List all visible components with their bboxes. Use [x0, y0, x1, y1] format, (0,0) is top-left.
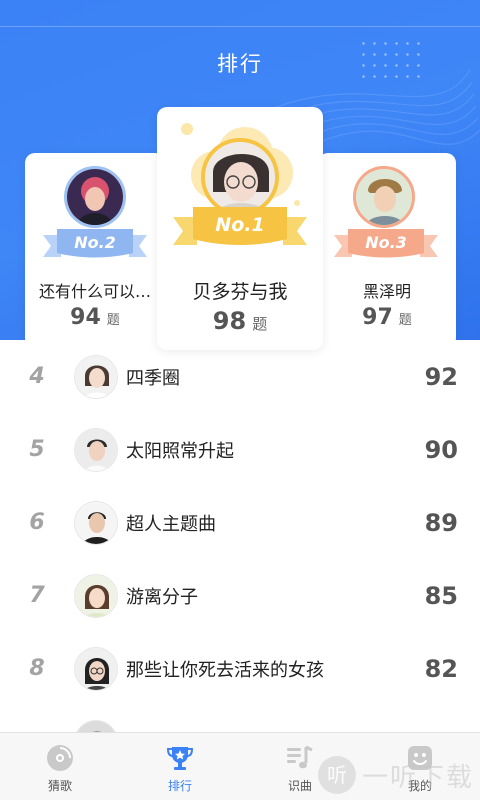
disc-icon — [47, 745, 73, 771]
list-item-score: 82 — [424, 654, 458, 683]
list-item-name: 那些让你死去活来的女孩 — [126, 659, 324, 681]
rank-number: 8 — [29, 656, 45, 681]
podium-card-first[interactable]: No.1 贝多芬与我 98 题 — [157, 107, 323, 350]
list-item[interactable]: 5 太阳照常升起 90 — [0, 413, 480, 486]
list-item[interactable]: 7 游离分子 85 — [0, 559, 480, 632]
tab-label: 猜歌 — [47, 779, 72, 793]
rank-ribbon-third: No.3 — [330, 223, 442, 265]
avatar — [353, 166, 415, 228]
list-item[interactable]: 6 超人主题曲 89 — [0, 486, 480, 559]
podium-score: 97 题 — [362, 305, 412, 330]
list-item[interactable]: 8 那些让你死去活来的女孩 82 — [0, 632, 480, 705]
tab-guess-song[interactable]: 猜歌 — [0, 733, 120, 800]
rank-ribbon-first: No.1 — [171, 201, 309, 253]
podium-name: 还有什么可以… — [38, 282, 151, 301]
tab-label: 识曲 — [287, 779, 312, 793]
podium-card-third[interactable]: No.3 黑泽明 97 题 — [318, 153, 456, 348]
list-item-score: 90 — [424, 435, 458, 464]
watermark-text: 一听下载 — [361, 762, 474, 793]
list-item-name: 四季圈 — [126, 367, 180, 389]
rank-number: 4 — [29, 364, 45, 389]
tab-ranking[interactable]: 排行 — [120, 733, 240, 800]
status-bar-divider — [0, 26, 480, 27]
list-item-score: 92 — [424, 362, 458, 391]
rank-badge-label: No.3 — [365, 233, 407, 252]
list-item-name: 超人主题曲 — [126, 513, 216, 535]
list-item[interactable]: 4 四季圈 92 — [0, 340, 480, 413]
watermark: 听 一听下载 — [317, 756, 474, 794]
podium-score: 94 题 — [70, 305, 120, 330]
rank-number: 5 — [29, 437, 45, 462]
rank-number: 6 — [29, 510, 45, 535]
rank-ribbon-second: No.2 — [39, 223, 151, 265]
rank-number: 7 — [29, 583, 45, 608]
rank-badge-label: No.2 — [74, 233, 116, 252]
tab-label: 排行 — [167, 779, 192, 793]
avatar — [64, 166, 126, 228]
podium-score: 98 题 — [212, 307, 268, 335]
list-item-name: 太阳照常升起 — [126, 440, 234, 462]
list-item[interactable] — [0, 705, 480, 732]
list-item-name: 游离分子 — [126, 586, 198, 608]
avatar — [74, 427, 118, 472]
avatar — [74, 354, 118, 399]
rank-badge-label: No.1 — [215, 214, 264, 236]
avatar — [74, 646, 118, 691]
podium-card-second[interactable]: No.2 还有什么可以… 94 题 — [25, 153, 165, 348]
avatar — [74, 719, 118, 732]
page-title: 排行 — [217, 52, 263, 76]
avatar — [74, 500, 118, 545]
podium-name: 贝多芬与我 — [192, 281, 288, 303]
list-item-score: 89 — [424, 508, 458, 537]
avatar — [74, 573, 118, 618]
ranking-list[interactable]: 4 四季圈 92 5 太阳照常升起 90 6 超人主题曲 89 7 游离分子 8… — [0, 340, 480, 732]
watermark-logo-icon: 听 — [317, 756, 356, 794]
list-item-score: 85 — [424, 581, 458, 610]
music-list-icon — [287, 745, 313, 769]
podium-name: 黑泽明 — [362, 282, 411, 301]
trophy-icon — [166, 747, 194, 770]
